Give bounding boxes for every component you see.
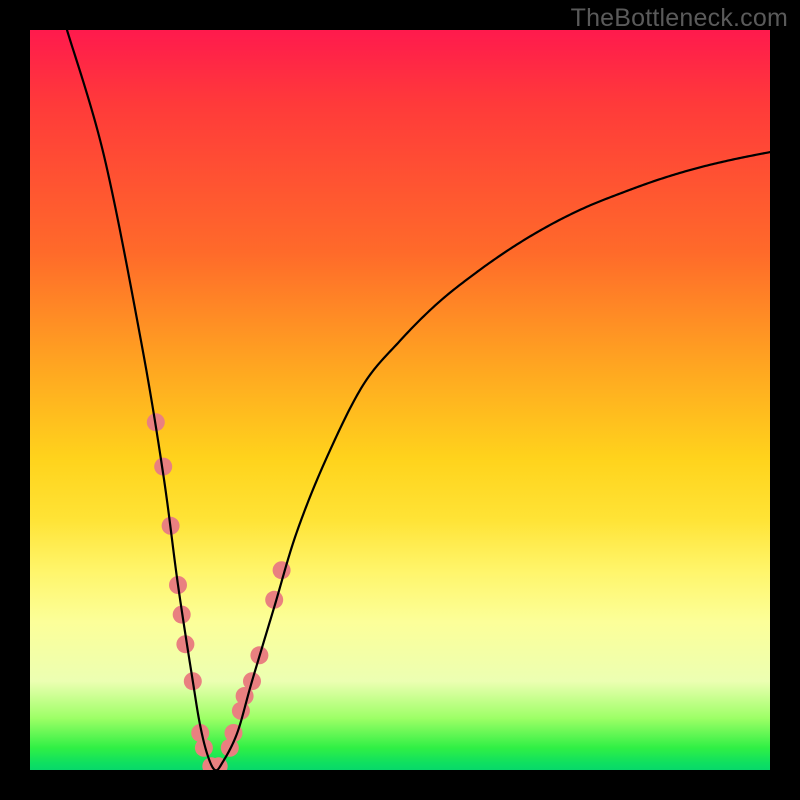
chart-frame: TheBottleneck.com [0,0,800,800]
plot-area [30,30,770,770]
bottleneck-curve [67,30,770,770]
data-markers-group [147,413,291,770]
chart-svg [30,30,770,770]
watermark-text: TheBottleneck.com [571,4,788,33]
data-marker [273,561,291,579]
